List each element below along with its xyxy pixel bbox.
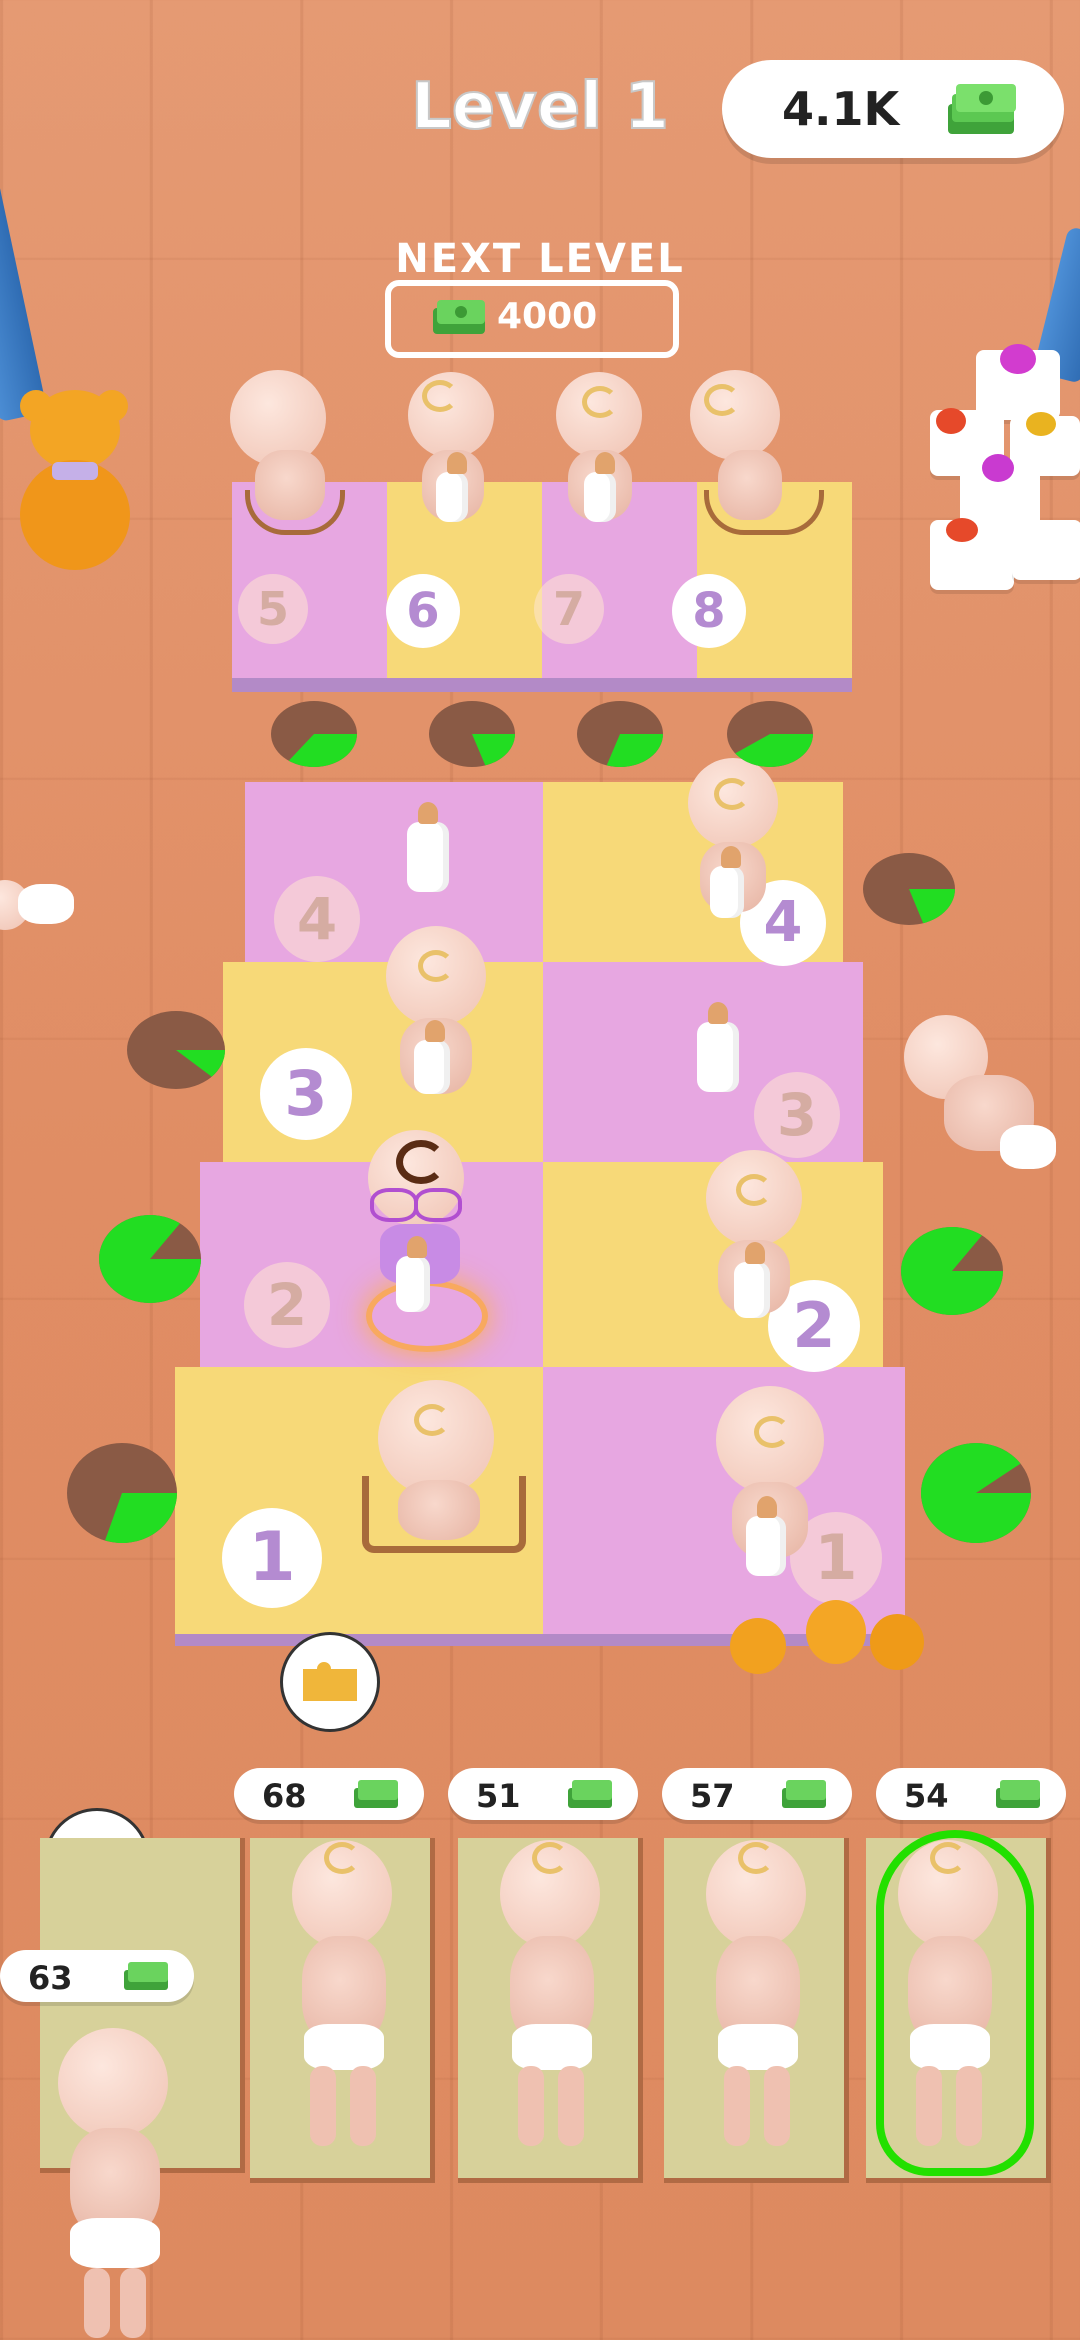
milk-bottle-3-right[interactable]: [697, 1002, 739, 1092]
baby-top-3[interactable]: [550, 372, 650, 542]
shop-baby-3[interactable]: [486, 1840, 616, 2160]
baby-right-1[interactable]: [712, 1386, 832, 1586]
cash-stack-icon: [354, 1780, 398, 1808]
baby-top-1[interactable]: [225, 370, 345, 540]
baby-price-value: 57: [690, 1777, 735, 1815]
money-counter: 4.1K: [722, 60, 1064, 158]
station-number-5: 5: [238, 574, 308, 644]
teddy-pile-decoration: [730, 1600, 930, 1680]
station-left-number-2: 2: [244, 1262, 330, 1348]
timer-top-4: [727, 701, 813, 767]
baby-left-1[interactable]: [356, 1380, 526, 1560]
next-level-button[interactable]: 4000: [385, 280, 679, 358]
shop-baby-4[interactable]: [692, 1840, 822, 2160]
cash-stack-icon: [433, 300, 485, 334]
timer-top-2: [429, 701, 515, 767]
cash-stack-icon: [782, 1780, 826, 1808]
station-number-6: 6: [386, 574, 460, 648]
next-level-label: NEXT LEVEL: [395, 236, 685, 282]
timer-right-1: [921, 1443, 1031, 1543]
timer-left-3: [127, 1011, 225, 1089]
baby-price-5: 54: [876, 1768, 1066, 1820]
baby-left-2-active[interactable]: [356, 1120, 488, 1352]
timer-top-1: [271, 701, 357, 767]
station-right-number-3: 3: [754, 1072, 840, 1158]
baby-price-4: 57: [662, 1768, 852, 1820]
timer-top-3: [577, 701, 663, 767]
baby-right-2[interactable]: [696, 1150, 816, 1350]
baby-top-4[interactable]: [690, 370, 824, 540]
baby-left-3[interactable]: [376, 926, 496, 1116]
station-left-number-3: 3: [260, 1048, 352, 1140]
baby-right-4[interactable]: [678, 758, 788, 938]
baby-price-value: 68: [262, 1777, 307, 1815]
milk-bottle-4-left[interactable]: [407, 802, 449, 892]
cash-stack-icon: [124, 1962, 168, 1990]
money-value: 4.1K: [782, 82, 900, 136]
baby-price-value: 63: [28, 1959, 73, 1997]
crawling-baby-right: [900, 1015, 1070, 1195]
shop-baby-2[interactable]: [278, 1840, 408, 2160]
blue-pole-left: [0, 147, 48, 423]
baby-price-3: 51: [448, 1768, 638, 1820]
station-number-8: 8: [672, 574, 746, 648]
crawling-baby-left: [0, 870, 80, 950]
cash-stack-icon: [568, 1780, 612, 1808]
timer-left-2: [99, 1215, 202, 1303]
next-level-cost: 4000: [497, 296, 598, 337]
puzzle-expand-button-yellow[interactable]: [280, 1632, 380, 1732]
timer-right-4: [863, 853, 955, 925]
baby-price-value: 51: [476, 1777, 521, 1815]
station-left-number-1: 1: [222, 1508, 322, 1608]
cash-stack-icon: [996, 1780, 1040, 1808]
station-left-number-4: 4: [274, 876, 360, 962]
cash-stack-icon: [948, 84, 1016, 134]
baby-price-value: 54: [904, 1777, 949, 1815]
baby-price-1: 63: [0, 1950, 194, 2002]
timer-left-1: [67, 1443, 177, 1543]
gift-pile-decoration: [900, 344, 1080, 600]
baby-top-2[interactable]: [402, 372, 502, 542]
shop-baby-1[interactable]: [50, 2028, 180, 2340]
puzzle-piece-icon: [303, 1662, 357, 1701]
station-number-7: 7: [534, 574, 604, 644]
baby-price-2: 68: [234, 1768, 424, 1820]
teddy-bear-decoration: [0, 390, 150, 580]
selected-baby-outline: [876, 1830, 1034, 2176]
timer-right-2: [901, 1227, 1003, 1315]
